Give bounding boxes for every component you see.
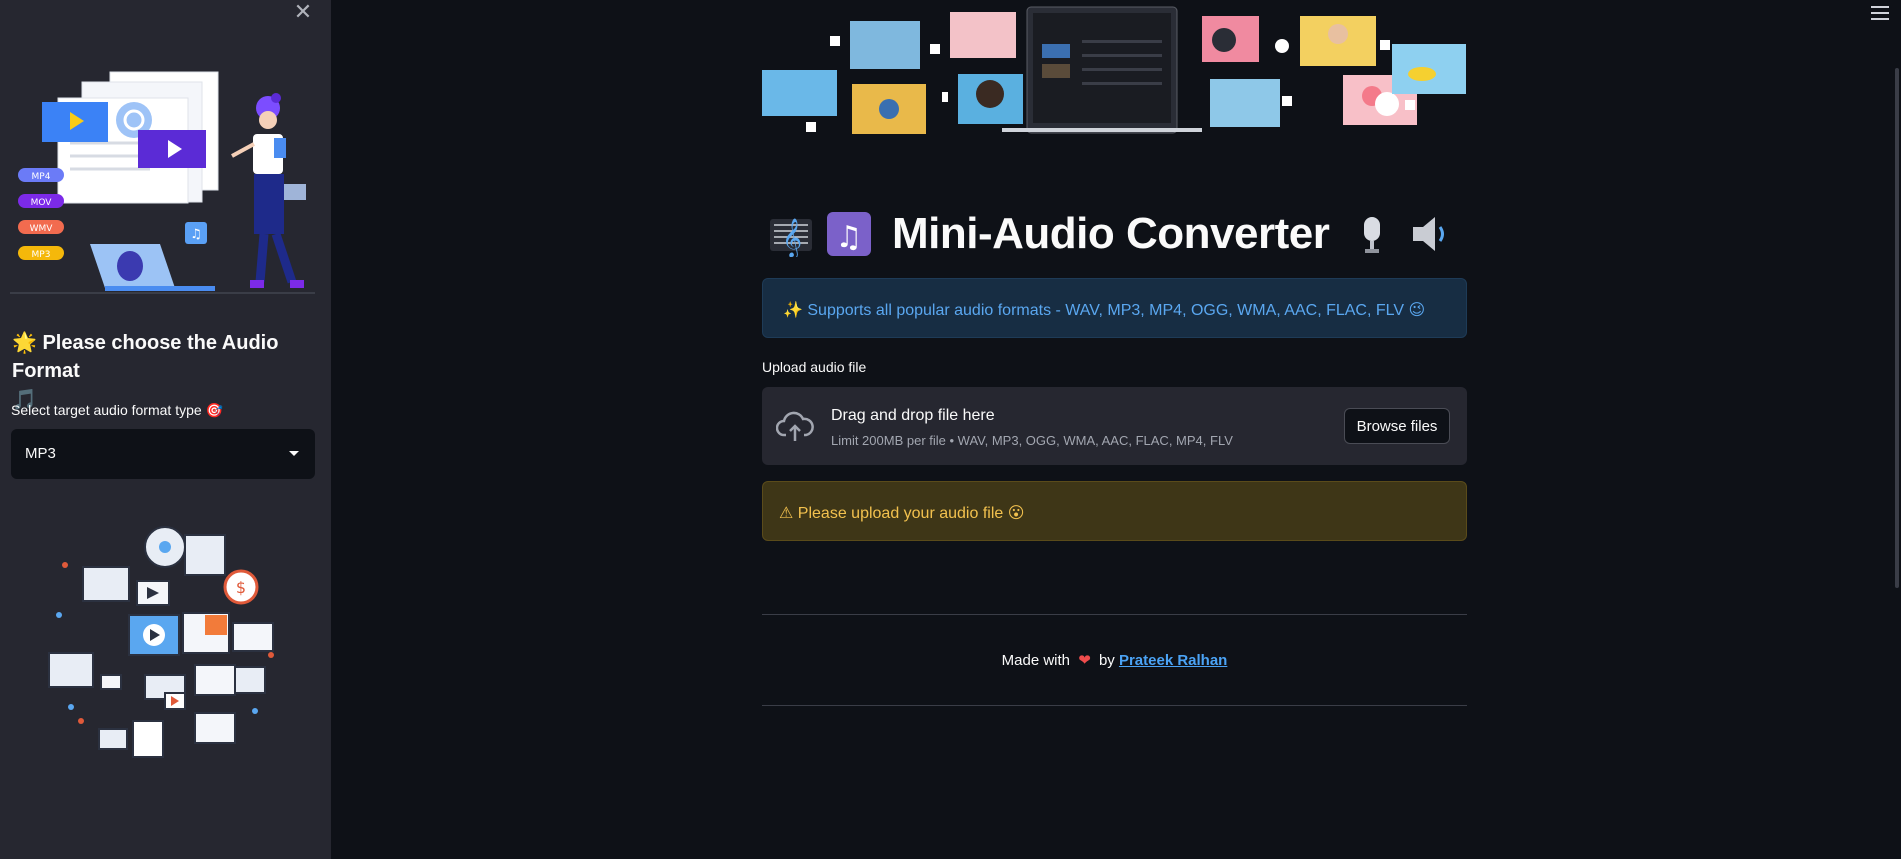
svg-text:MP3: MP3	[32, 250, 51, 260]
format-select-label: Select target audio format type 🎯	[11, 402, 223, 419]
svg-text:$: $	[236, 578, 246, 597]
scrollbar[interactable]	[1895, 68, 1899, 588]
svg-text:♫: ♫	[836, 220, 863, 255]
title-text: Mini-Audio Converter	[892, 209, 1330, 258]
warning-alert: ⚠ Please upload your audio file 😮	[762, 481, 1467, 541]
footer-made-with: Made with	[1001, 652, 1071, 669]
media-icons-illustration: $	[48, 526, 274, 758]
music-score-icon: 𝄞	[770, 218, 812, 257]
dropzone-title: Drag and drop file here	[831, 407, 995, 424]
upload-label: Upload audio file	[762, 359, 867, 375]
svg-text:MP4: MP4	[32, 172, 51, 182]
chevron-down-icon	[289, 451, 299, 456]
heart-icon: ❤	[1078, 651, 1091, 669]
browse-files-button[interactable]: Browse files	[1344, 408, 1450, 444]
wink-icon: 😉	[1408, 300, 1426, 319]
divider-bottom	[762, 705, 1467, 706]
main-menu-icon[interactable]	[1871, 6, 1889, 22]
footer-by: by	[1098, 652, 1115, 669]
microphone-icon	[1364, 217, 1381, 253]
cloud-upload-icon	[776, 411, 814, 441]
footer: Made with ❤ by Prateek Ralhan	[762, 651, 1467, 669]
warning-alert-text: ⚠ Please upload your audio file 😮	[779, 503, 1024, 523]
target-icon: 🎯	[205, 403, 223, 419]
info-alert-text: ✨ Supports all popular audio formats - W…	[783, 300, 1425, 320]
format-select[interactable]: MP3	[11, 429, 315, 479]
sidebar: ✕ MP4 MOV WMV MP3 ♫ 🌟 Please choose the …	[0, 0, 331, 859]
speaker-icon	[1413, 217, 1445, 251]
surprised-face-icon: 😮	[1007, 503, 1025, 522]
info-alert: ✨ Supports all popular audio formats - W…	[762, 278, 1467, 338]
sparkles-icon: ✨	[783, 300, 803, 319]
page-title: 𝄞 ♫ Mini-Audio Converter	[768, 204, 1453, 264]
info-alert-message: Supports all popular audio formats - WAV…	[807, 302, 1405, 319]
format-conversion-illustration: MP4 MOV WMV MP3 ♫	[10, 71, 315, 294]
dropzone-hint: Limit 200MB per file • WAV, MP3, OGG, WM…	[831, 433, 1233, 448]
sidebar-heading-text: Please choose the Audio Format	[12, 332, 279, 382]
divider-top	[762, 614, 1467, 615]
file-dropzone[interactable]: Drag and drop file here Limit 200MB per …	[762, 387, 1467, 465]
format-select-label-text: Select target audio format type	[11, 402, 202, 418]
banner-collage-image	[762, 6, 1466, 134]
warning-icon: ⚠	[779, 503, 794, 522]
svg-text:MOV: MOV	[31, 198, 53, 208]
star-icon: 🌟	[12, 330, 37, 354]
svg-text:♫: ♫	[190, 227, 202, 242]
svg-text:𝄞: 𝄞	[782, 218, 802, 257]
music-notes-icon: ♫	[827, 212, 871, 256]
close-sidebar-icon[interactable]: ✕	[292, 2, 314, 24]
svg-text:WMV: WMV	[30, 224, 54, 234]
format-select-value: MP3	[25, 445, 56, 462]
warning-alert-message: Please upload your audio file	[797, 505, 1004, 522]
author-link[interactable]: Prateek Ralhan	[1119, 652, 1227, 669]
